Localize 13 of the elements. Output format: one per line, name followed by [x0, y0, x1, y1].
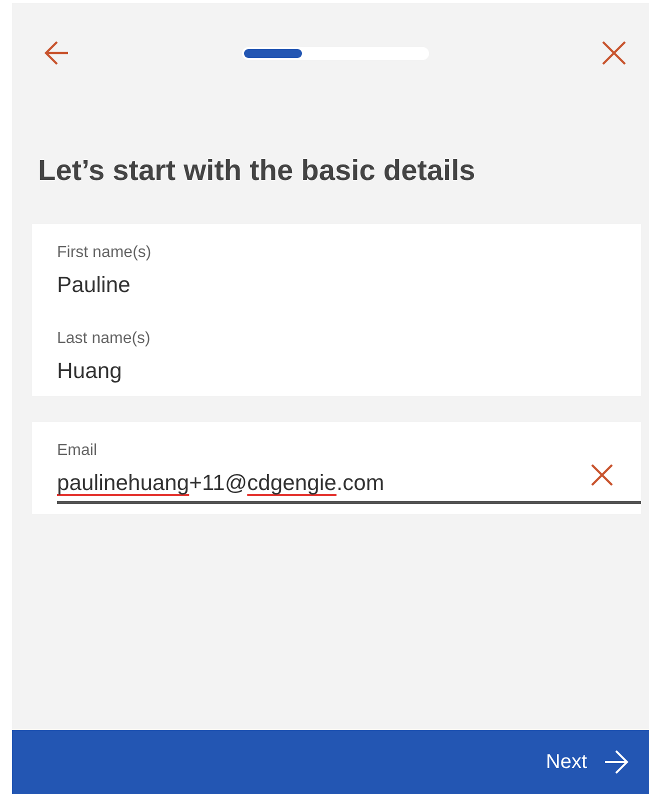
field-label: Last name(s) — [57, 330, 150, 348]
forward-arrow-icon — [603, 749, 629, 775]
back-arrow-icon — [44, 40, 70, 66]
clear-button[interactable] — [589, 462, 615, 488]
field-label: Email — [57, 442, 98, 460]
input-field[interactable]: Huang — [57, 358, 122, 386]
field-label: First name(s) — [57, 244, 152, 262]
input-field[interactable]: Pauline — [57, 272, 130, 300]
close-icon — [591, 464, 613, 486]
input-field[interactable]: paulinehuang+11@cdgengie.com — [57, 470, 641, 504]
page-title: Let’s start with the basic details — [38, 155, 476, 188]
close-icon — [602, 41, 626, 65]
next-button[interactable]: Next — [546, 745, 629, 779]
